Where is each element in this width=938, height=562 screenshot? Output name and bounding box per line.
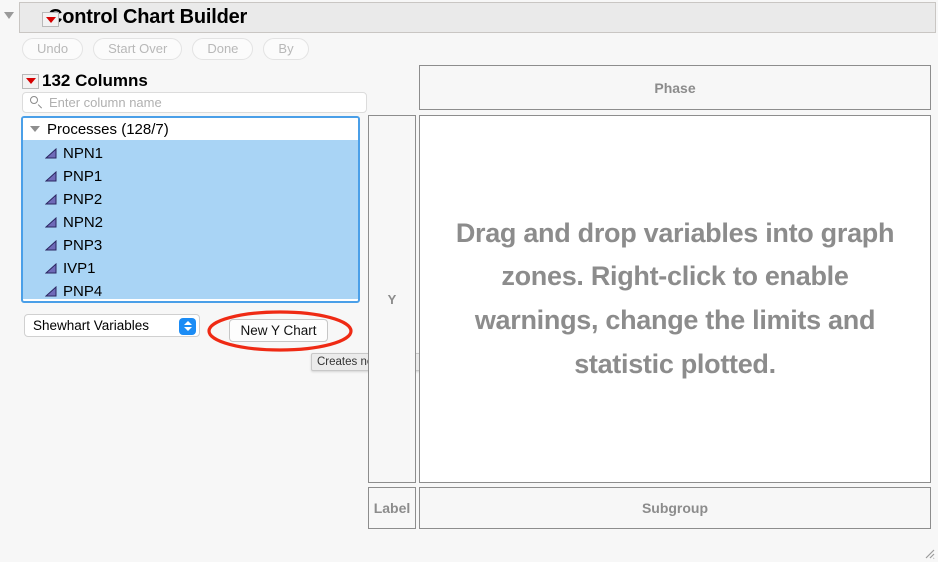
search-icon	[30, 96, 43, 109]
undo-button[interactable]: Undo	[22, 38, 84, 60]
list-item-label: PNP3	[63, 237, 103, 254]
list-item[interactable]: PNP1	[23, 165, 358, 188]
search-input[interactable]: Enter column name	[22, 92, 367, 113]
toolbar: Undo Start Over Done By	[22, 38, 309, 60]
list-item[interactable]: PNP4	[23, 280, 358, 301]
list-item[interactable]: IVP1	[23, 257, 358, 280]
continuous-column-icon	[45, 171, 57, 182]
chart-type-select[interactable]: Shewhart Variables	[24, 314, 200, 337]
list-item[interactable]: PNP3	[23, 234, 358, 257]
list-item-label: IVP1	[63, 260, 96, 277]
page-title: Control Chart Builder	[48, 6, 248, 28]
chart-type-value: Shewhart Variables	[33, 318, 150, 333]
list-item-label: NPN2	[63, 214, 104, 231]
window-titlebar: Control Chart Builder	[19, 2, 936, 33]
list-item-label: PNP1	[63, 168, 103, 185]
start-over-button[interactable]: Start Over	[93, 38, 183, 60]
column-items: NPN1 PNP1 PNP2 NPN2 PNP3 IVP1 PNP4	[23, 140, 358, 300]
up-down-chevrons-icon[interactable]	[179, 317, 196, 335]
resize-grip[interactable]	[922, 546, 935, 559]
continuous-column-icon	[45, 240, 57, 251]
continuous-column-icon	[45, 286, 57, 297]
column-group-row[interactable]: Processes (128/7)	[23, 118, 358, 140]
by-button[interactable]: By	[263, 38, 309, 60]
new-y-chart-button[interactable]: New Y Chart	[229, 319, 328, 342]
drop-zone-graph[interactable]: Drag and drop variables into graph zones…	[419, 115, 931, 483]
chevron-down-icon[interactable]	[30, 126, 40, 132]
drop-zone-subgroup[interactable]: Subgroup	[419, 487, 931, 529]
columns-count-label: 132 Columns	[42, 71, 148, 90]
done-button[interactable]: Done	[192, 38, 254, 60]
columns-panel-header: 132 Columns	[22, 70, 148, 92]
list-item-label: NPN1	[63, 145, 104, 162]
list-item[interactable]: PNP2	[23, 188, 358, 211]
red-triangle-menu-icon[interactable]	[22, 73, 39, 89]
continuous-column-icon	[45, 148, 57, 159]
list-item[interactable]: NPN1	[23, 142, 358, 165]
drop-zone-phase[interactable]: Phase	[419, 65, 931, 110]
drop-zone-label[interactable]: Label	[368, 487, 416, 529]
drop-zone-hint: Drag and drop variables into graph zones…	[455, 217, 895, 379]
continuous-column-icon	[45, 263, 57, 274]
list-item[interactable]: NPN2	[23, 211, 358, 234]
drop-zone-y[interactable]: Y	[368, 115, 416, 483]
column-list[interactable]: Processes (128/7) NPN1 PNP1 PNP2 NPN2 PN…	[21, 116, 360, 303]
list-item-label: PNP2	[63, 191, 103, 208]
column-group-label: Processes (128/7)	[47, 120, 169, 138]
red-triangle-menu-icon[interactable]	[42, 12, 59, 27]
continuous-column-icon	[45, 217, 57, 228]
search-placeholder: Enter column name	[49, 95, 162, 110]
continuous-column-icon	[45, 194, 57, 205]
control-chart-builder-window: Control Chart Builder Undo Start Over Do…	[0, 0, 938, 562]
list-item-label: PNP4	[63, 283, 103, 300]
disclosure-triangle-icon[interactable]	[4, 12, 14, 19]
